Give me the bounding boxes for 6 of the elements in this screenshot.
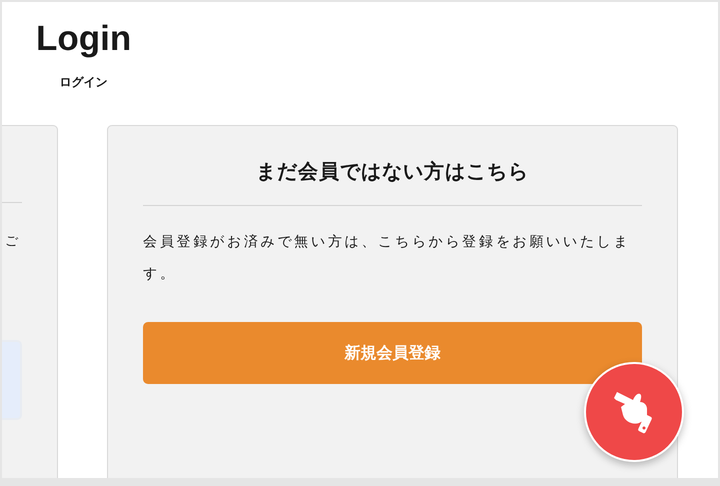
card-text: ご bbox=[5, 233, 18, 250]
card-description: 会員登録がお済みで無い方は、こちらから登録をお願いいたします。 bbox=[143, 233, 632, 284]
page-subtitle: ログイン bbox=[60, 74, 108, 91]
register-button[interactable]: 新規会員登録 bbox=[143, 322, 642, 384]
page-title: Login bbox=[36, 20, 132, 58]
card-title: まだ会員ではない方はこちら bbox=[143, 126, 642, 206]
